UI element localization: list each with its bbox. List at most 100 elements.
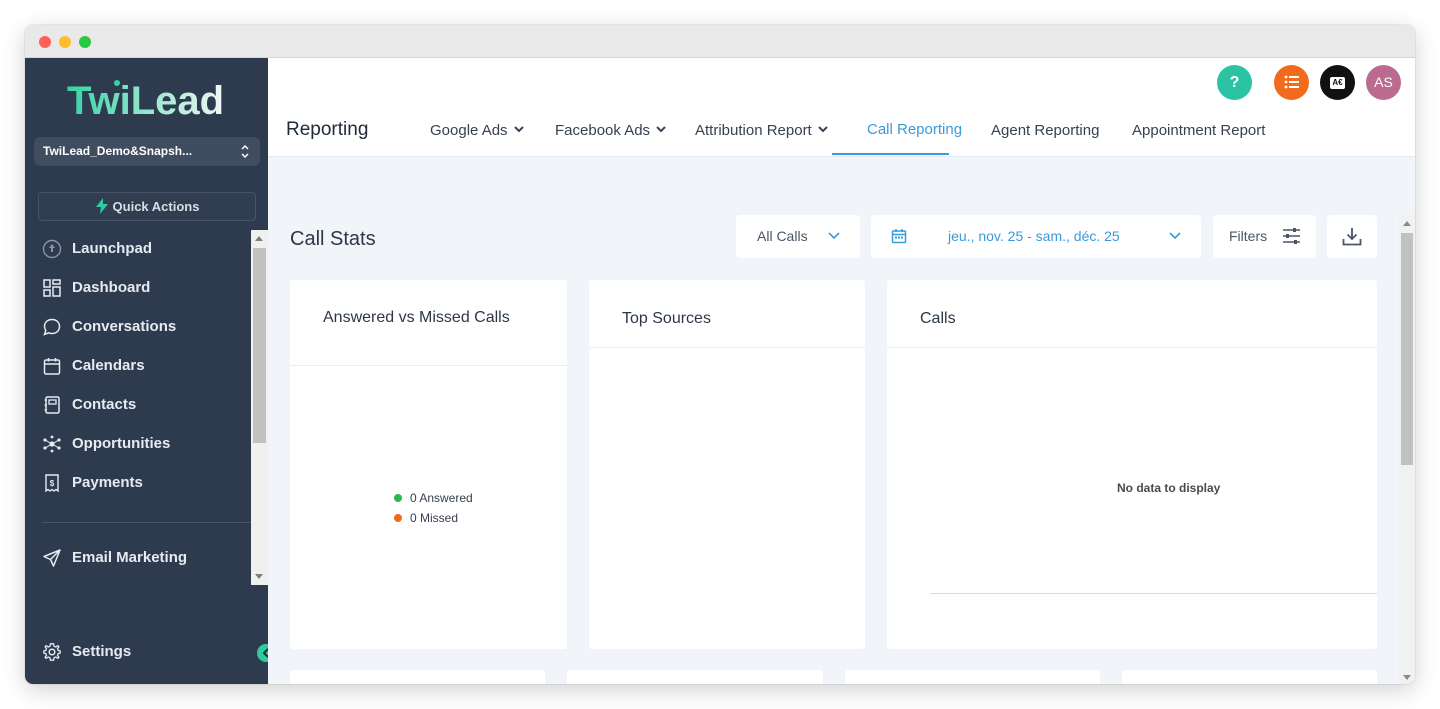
sidebar-item-label: Conversations [72, 318, 177, 335]
close-window-button[interactable] [39, 36, 51, 48]
language-button[interactable]: A€ [1320, 65, 1355, 100]
window-titlebar [25, 25, 1415, 58]
chevron-down-icon [1169, 232, 1181, 240]
legend-item-missed: 0 Missed [394, 511, 458, 525]
sidebar-item-settings[interactable]: Settings [25, 634, 251, 670]
sidebar-item-dashboard[interactable]: Dashboard [25, 270, 251, 306]
card-divider [589, 347, 865, 348]
vertical-scroll-thumb[interactable] [1401, 233, 1413, 465]
scroll-up-arrow-icon[interactable] [255, 236, 263, 241]
card-title: Calls [920, 310, 956, 327]
calendar-icon [43, 358, 61, 375]
quick-actions-label: Quick Actions [112, 199, 200, 214]
filters-button[interactable]: Filters [1213, 215, 1316, 258]
twilead-logo: TwiLead [67, 79, 224, 123]
sidebar-item-payments[interactable]: $ Payments [25, 465, 251, 501]
chevron-down-icon [818, 126, 828, 133]
tab-label: Attribution Report [695, 122, 812, 139]
empty-state-message: No data to display [1117, 481, 1221, 495]
browser-window: TwiLead TwiLead_Demo&Snapsh... Quick Act… [25, 25, 1415, 684]
tab-facebook-ads[interactable]: Facebook Ads [555, 122, 666, 139]
card-divider [290, 365, 567, 366]
card-divider [887, 347, 1377, 348]
stat-card [290, 670, 545, 684]
send-icon [43, 549, 61, 567]
missed-dot [394, 514, 402, 522]
card-title: Answered vs Missed Calls [323, 309, 510, 326]
section-title: Call Stats [290, 228, 376, 250]
stat-card [1122, 670, 1377, 684]
gear-icon [43, 643, 61, 661]
tab-label: Call Reporting [867, 121, 963, 138]
legend-label: 0 Answered [410, 491, 473, 505]
sidebar-item-label: Settings [72, 643, 132, 660]
vertical-scrollbar[interactable] [1399, 215, 1415, 684]
sidebar-item-opportunities[interactable]: Opportunities [25, 426, 251, 462]
page-title: Reporting [286, 119, 369, 140]
tab-call-reporting[interactable]: Call Reporting [867, 121, 962, 138]
tab-attribution-report[interactable]: Attribution Report [695, 122, 828, 139]
tab-label: Appointment Report [1132, 122, 1266, 139]
changelog-button[interactable] [1274, 65, 1309, 100]
stat-card [845, 670, 1100, 684]
chevron-down-icon [828, 232, 840, 240]
sidebar-item-email-marketing[interactable]: Email Marketing [25, 540, 251, 576]
help-button[interactable]: ? [1217, 65, 1252, 100]
sidebar-scroll-thumb[interactable] [253, 248, 266, 443]
chat-icon [43, 318, 61, 336]
location-switcher[interactable]: TwiLead_Demo&Snapsh... [34, 137, 260, 166]
calls-filter-select[interactable]: All Calls [736, 215, 860, 258]
scroll-up-arrow-icon[interactable] [1403, 221, 1411, 226]
chevron-down-icon [656, 126, 666, 133]
lightning-icon [95, 198, 108, 214]
sidebar-item-launchpad[interactable]: Launchpad [25, 231, 251, 267]
calls-card: Calls No data to display [887, 280, 1397, 649]
card-gutter [1377, 370, 1399, 649]
top-sources-card: Top Sources [589, 280, 865, 649]
answered-vs-missed-card: Answered vs Missed Calls 0 Answered 0 Mi… [290, 280, 567, 649]
svg-text:$: $ [50, 479, 55, 488]
scroll-down-arrow-icon[interactable] [1403, 675, 1411, 680]
quick-actions-button[interactable]: Quick Actions [38, 192, 256, 221]
card-title: Top Sources [622, 310, 711, 327]
minimize-window-button[interactable] [59, 36, 71, 48]
sidebar-item-conversations[interactable]: Conversations [25, 309, 251, 345]
scroll-down-arrow-icon[interactable] [255, 574, 263, 579]
chart-axis-line [930, 593, 1397, 594]
tab-appointment-report[interactable]: Appointment Report [1132, 122, 1265, 139]
sidebar-item-label: Opportunities [72, 435, 171, 452]
location-name: TwiLead_Demo&Snapsh... [43, 144, 193, 158]
sidebar-item-label: Launchpad [72, 240, 153, 257]
sidebar-item-calendars[interactable]: Calendars [25, 348, 251, 384]
updown-chevron-icon [241, 144, 249, 159]
maximize-window-button[interactable] [79, 36, 91, 48]
user-avatar[interactable]: AS [1366, 65, 1401, 100]
translate-icon: A€ [1330, 77, 1345, 89]
top-header: ? A€ AS Reporting Google Ads Facebook Ad… [268, 58, 1415, 157]
sidebar-item-label: Payments [72, 474, 143, 491]
sidebar-divider [42, 522, 251, 523]
sidebar-item-label: Contacts [72, 396, 137, 413]
sidebar-scrollbar[interactable] [251, 230, 268, 585]
download-button[interactable] [1327, 215, 1377, 258]
tab-agent-reporting[interactable]: Agent Reporting [991, 122, 1099, 139]
tab-label: Facebook Ads [555, 122, 651, 139]
tab-label: Agent Reporting [991, 122, 1100, 139]
download-icon [1342, 228, 1362, 246]
legend-item-answered: 0 Answered [394, 491, 473, 505]
date-range-picker[interactable]: jeu., nov. 25 - sam., déc. 25 [871, 215, 1201, 258]
help-icon: ? [1229, 74, 1240, 91]
payments-icon: $ [45, 474, 59, 493]
sidebar-item-label: Calendars [72, 357, 145, 374]
answered-dot [394, 494, 402, 502]
tab-label: Google Ads [430, 122, 508, 139]
avatar-initials: AS [1374, 74, 1393, 90]
sidebar: TwiLead TwiLead_Demo&Snapsh... Quick Act… [25, 58, 277, 684]
tab-google-ads[interactable]: Google Ads [430, 122, 524, 139]
rocket-icon [42, 239, 62, 259]
active-tab-indicator [832, 153, 949, 155]
sidebar-item-contacts[interactable]: Contacts [25, 387, 251, 423]
calendar-icon [891, 229, 907, 244]
calls-filter-value: All Calls [757, 228, 808, 244]
filters-label: Filters [1229, 228, 1268, 244]
